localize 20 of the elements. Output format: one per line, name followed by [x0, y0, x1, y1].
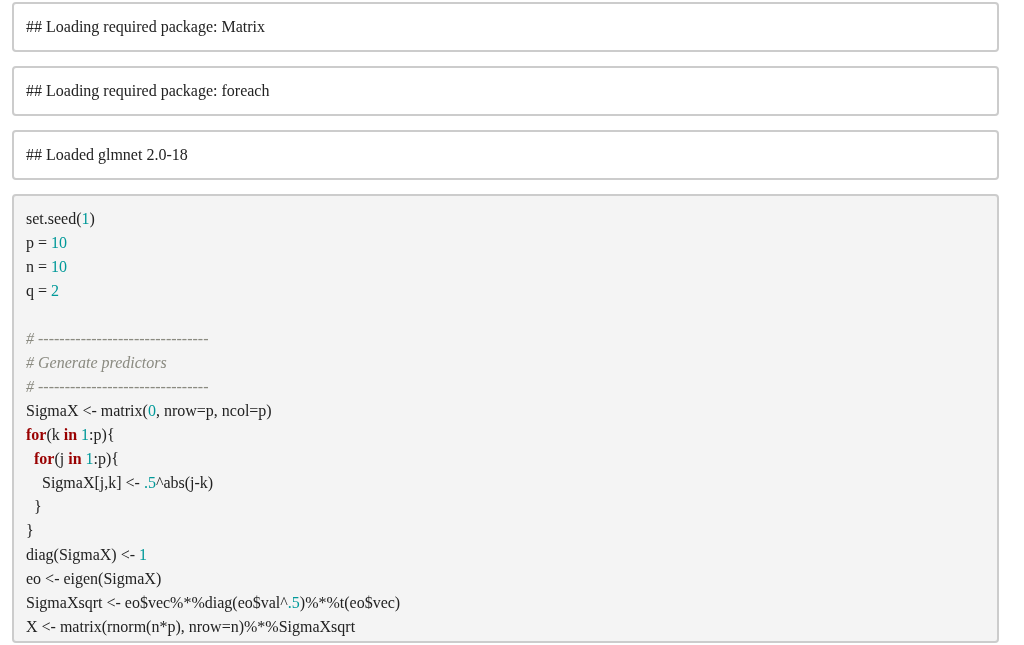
code-line: for(k in 1:p){	[26, 425, 116, 446]
code-line: # Generate predictors	[26, 353, 168, 374]
code-line: for(j in 1:p){	[33, 449, 120, 470]
code-line: p = 10	[26, 233, 69, 254]
code-line: SigmaX[j,k] <- .5^abs(j-k)	[41, 473, 215, 494]
code-line: # --------------------------------	[26, 329, 210, 349]
code-line: }	[26, 521, 35, 541]
output-line: ## Loading required package: Matrix	[26, 17, 267, 38]
code-line: eo <- eigen(SigmaX)	[26, 569, 163, 590]
code-line: set.seed(1)	[26, 209, 96, 230]
code-line: # --------------------------------	[26, 377, 210, 397]
code-line: SigmaX <- matrix(0, nrow=p, ncol=p)	[26, 401, 273, 422]
code-line: q = 2	[26, 281, 61, 302]
output-line: ## Loading required package: foreach	[26, 81, 271, 102]
code-line: n = 10	[26, 257, 69, 277]
code-line: SigmaXsqrt <- eo$vec%*%diag(eo$val^.5)%*%t(eo$vec)	[26, 593, 402, 614]
code-line: X <- matrix(rnorm(n*p), nrow=n)%*%SigmaXsqrt	[26, 617, 357, 638]
output-line: ## Loaded glmnet 2.0-18	[26, 145, 189, 166]
code-line: diag(SigmaX) <- 1	[26, 545, 148, 566]
code-line: }	[33, 497, 43, 517]
